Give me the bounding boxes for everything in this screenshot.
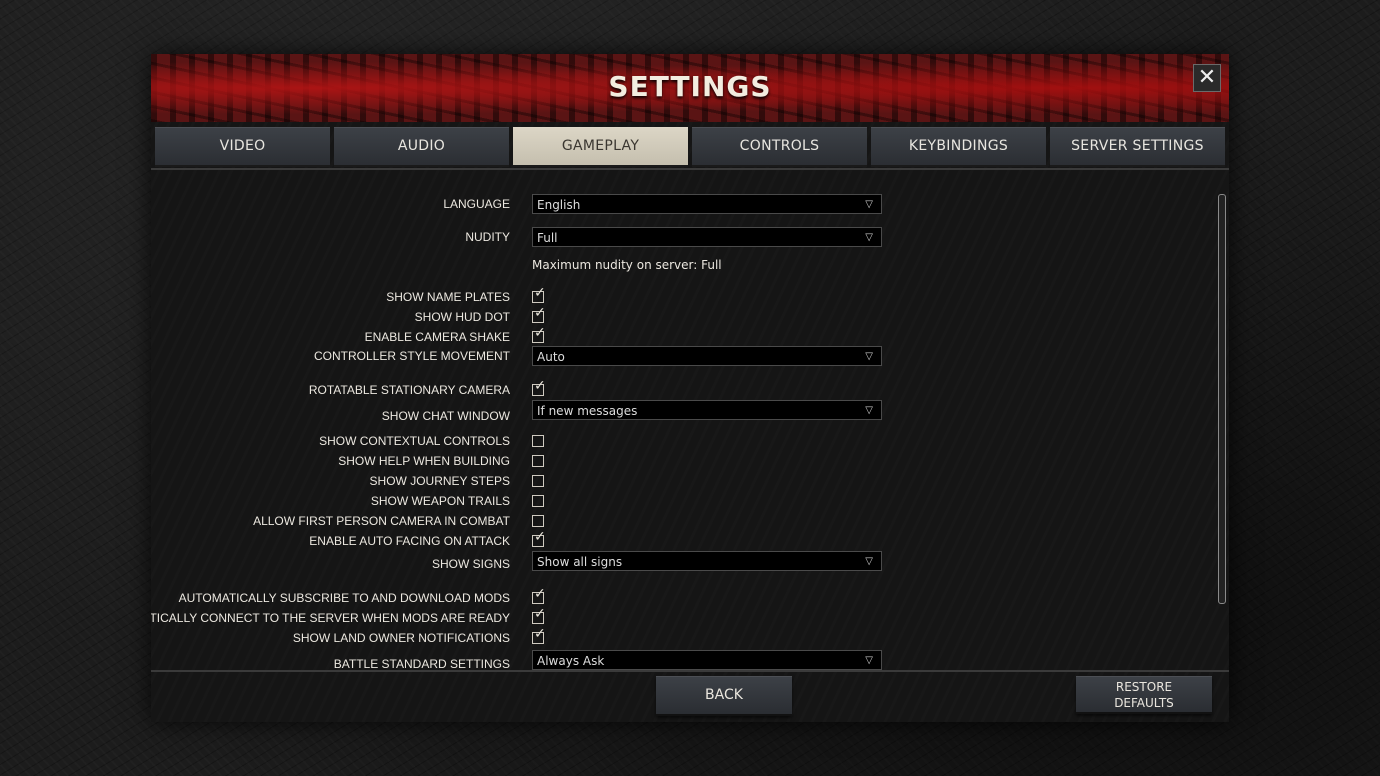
tab-keybindings[interactable]: KEYBINDINGS — [871, 127, 1046, 167]
setting-label: NUDITY — [465, 230, 510, 244]
setting-show-weapon-trails: SHOW WEAPON TRAILS — [151, 491, 1229, 513]
controller-style-movement-dropdown[interactable]: Auto ▽ — [532, 346, 882, 366]
dropdown-value: Auto — [537, 350, 565, 364]
checkmark-icon: ✓ — [534, 626, 546, 642]
setting-label: SHOW HELP WHEN BUILDING — [338, 454, 510, 468]
setting-label: SHOW CONTEXTUAL CONTROLS — [319, 434, 510, 448]
dropdown-arrow-icon: ▽ — [865, 405, 873, 416]
setting-auto-connect-server: AUTOMATICALLY CONNECT TO THE SERVER WHEN… — [151, 606, 1229, 630]
restore-label-line1: RESTORE — [1115, 680, 1173, 694]
setting-label: SHOW WEAPON TRAILS — [370, 494, 510, 508]
setting-show-land-owner: SHOW LAND OWNER NOTIFICATIONS ✓ — [151, 626, 1229, 650]
show-help-when-building-checkbox[interactable] — [532, 455, 544, 467]
setting-label: ALLOW FIRST PERSON CAMERA IN COMBAT — [253, 514, 510, 528]
checkmark-icon: ✓ — [534, 586, 546, 602]
enable-camera-shake-checkbox[interactable]: ✓ — [532, 325, 546, 343]
nudity-dropdown[interactable]: Full ▽ — [532, 227, 882, 247]
settings-scrollbar[interactable] — [1218, 194, 1226, 604]
settings-list: LANGUAGE English ▽ NUDITY Full ▽ Maximum… — [151, 172, 1229, 672]
restore-defaults-button[interactable]: RESTORE DEFAULTS — [1076, 676, 1212, 714]
dropdown-value: Always Ask — [537, 654, 605, 668]
page-title: SETTINGS — [608, 70, 772, 103]
checkmark-icon: ✓ — [534, 325, 546, 341]
setting-label: AUTOMATICALLY SUBSCRIBE TO AND DOWNLOAD … — [178, 591, 510, 605]
setting-label: SHOW JOURNEY STEPS — [369, 474, 510, 488]
dropdown-arrow-icon: ▽ — [865, 232, 873, 243]
setting-controller-style-movement: CONTROLLER STYLE MOVEMENT Auto ▽ — [151, 346, 1229, 368]
tab-server-settings[interactable]: SERVER SETTINGS — [1050, 127, 1225, 167]
setting-label: AUTOMATICALLY CONNECT TO THE SERVER WHEN… — [151, 611, 510, 625]
setting-label: SHOW HUD DOT — [414, 310, 510, 324]
checkmark-icon: ✓ — [534, 305, 546, 321]
setting-allow-first-person-camera: ALLOW FIRST PERSON CAMERA IN COMBAT — [151, 511, 1229, 533]
close-icon: ✕ — [1197, 65, 1217, 90]
dropdown-arrow-icon: ▽ — [865, 556, 873, 567]
setting-battle-standard: BATTLE STANDARD SETTINGS Always Ask ▽ — [151, 648, 1229, 671]
setting-auto-subscribe-mods: AUTOMATICALLY SUBSCRIBE TO AND DOWNLOAD … — [151, 586, 1229, 610]
setting-show-help-when-building: SHOW HELP WHEN BUILDING — [151, 451, 1229, 473]
back-button[interactable]: BACK — [656, 676, 792, 716]
show-weapon-trails-checkbox[interactable] — [532, 495, 544, 507]
tab-bar: VIDEO AUDIO GAMEPLAY CONTROLS KEYBINDING… — [155, 127, 1225, 167]
setting-label: SHOW CHAT WINDOW — [381, 409, 510, 423]
setting-nudity: NUDITY Full ▽ — [151, 227, 1229, 249]
language-dropdown[interactable]: English ▽ — [532, 194, 882, 214]
setting-show-signs: SHOW SIGNS Show all signs ▽ — [151, 551, 1229, 573]
nudity-note: Maximum nudity on server: Full — [532, 258, 722, 272]
allow-first-person-camera-checkbox[interactable] — [532, 515, 544, 527]
setting-rotatable-stationary-camera: ROTATABLE STATIONARY CAMERA ✓ — [151, 378, 1229, 402]
setting-label: ROTATABLE STATIONARY CAMERA — [308, 383, 510, 397]
show-journey-steps-checkbox[interactable] — [532, 475, 544, 487]
setting-show-contextual-controls: SHOW CONTEXTUAL CONTROLS — [151, 431, 1229, 453]
show-signs-dropdown[interactable]: Show all signs ▽ — [532, 551, 882, 571]
setting-label: ENABLE AUTO FACING ON ATTACK — [309, 534, 510, 548]
checkmark-icon: ✓ — [534, 285, 546, 301]
setting-show-journey-steps: SHOW JOURNEY STEPS — [151, 471, 1229, 493]
show-chat-window-dropdown[interactable]: If new messages ▽ — [532, 400, 882, 420]
tab-video[interactable]: VIDEO — [155, 127, 330, 167]
dropdown-value: Show all signs — [537, 555, 623, 569]
dropdown-arrow-icon: ▽ — [865, 199, 873, 210]
setting-label: CONTROLLER STYLE MOVEMENT — [313, 349, 510, 363]
checkmark-icon: ✓ — [534, 606, 546, 622]
dropdown-value: If new messages — [537, 404, 638, 418]
show-name-plates-checkbox[interactable]: ✓ — [532, 285, 546, 303]
restore-label-line2: DEFAULTS — [1114, 696, 1174, 710]
setting-label: SHOW NAME PLATES — [386, 290, 510, 304]
settings-panel: SETTINGS ✕ VIDEO AUDIO GAMEPLAY CONTROLS… — [151, 54, 1229, 722]
settings-header: SETTINGS ✕ — [151, 54, 1229, 122]
setting-label: BATTLE STANDARD SETTINGS — [333, 657, 510, 671]
setting-show-hud-dot: SHOW HUD DOT ✓ — [151, 305, 1229, 329]
checkmark-icon: ✓ — [534, 529, 546, 545]
battle-standard-dropdown[interactable]: Always Ask ▽ — [532, 650, 882, 670]
show-land-owner-checkbox[interactable]: ✓ — [532, 626, 546, 644]
setting-language: LANGUAGE English ▽ — [151, 194, 1229, 216]
tab-audio[interactable]: AUDIO — [334, 127, 509, 167]
close-button[interactable]: ✕ — [1193, 64, 1221, 92]
setting-show-chat-window: SHOW CHAT WINDOW If new messages ▽ — [151, 400, 1229, 423]
dropdown-value: English — [537, 198, 581, 212]
enable-auto-facing-checkbox[interactable]: ✓ — [532, 529, 546, 547]
auto-subscribe-mods-checkbox[interactable]: ✓ — [532, 586, 546, 604]
setting-show-name-plates: SHOW NAME PLATES ✓ — [151, 285, 1229, 309]
dropdown-arrow-icon: ▽ — [865, 655, 873, 666]
rotatable-stationary-camera-checkbox[interactable]: ✓ — [532, 378, 546, 396]
auto-connect-server-checkbox[interactable]: ✓ — [532, 606, 546, 624]
show-contextual-controls-checkbox[interactable] — [532, 435, 544, 447]
tab-divider — [151, 168, 1229, 170]
tab-gameplay[interactable]: GAMEPLAY — [513, 127, 688, 167]
setting-label: SHOW LAND OWNER NOTIFICATIONS — [292, 631, 510, 645]
show-hud-dot-checkbox[interactable]: ✓ — [532, 305, 546, 323]
setting-label: SHOW SIGNS — [431, 557, 510, 571]
setting-enable-auto-facing: ENABLE AUTO FACING ON ATTACK ✓ — [151, 529, 1229, 553]
dropdown-arrow-icon: ▽ — [865, 351, 873, 362]
tab-controls[interactable]: CONTROLS — [692, 127, 867, 167]
setting-label: ENABLE CAMERA SHAKE — [364, 330, 510, 344]
dropdown-value: Full — [537, 231, 558, 245]
footer-divider — [151, 670, 1229, 672]
checkmark-icon: ✓ — [534, 378, 546, 394]
setting-label: LANGUAGE — [443, 197, 510, 211]
